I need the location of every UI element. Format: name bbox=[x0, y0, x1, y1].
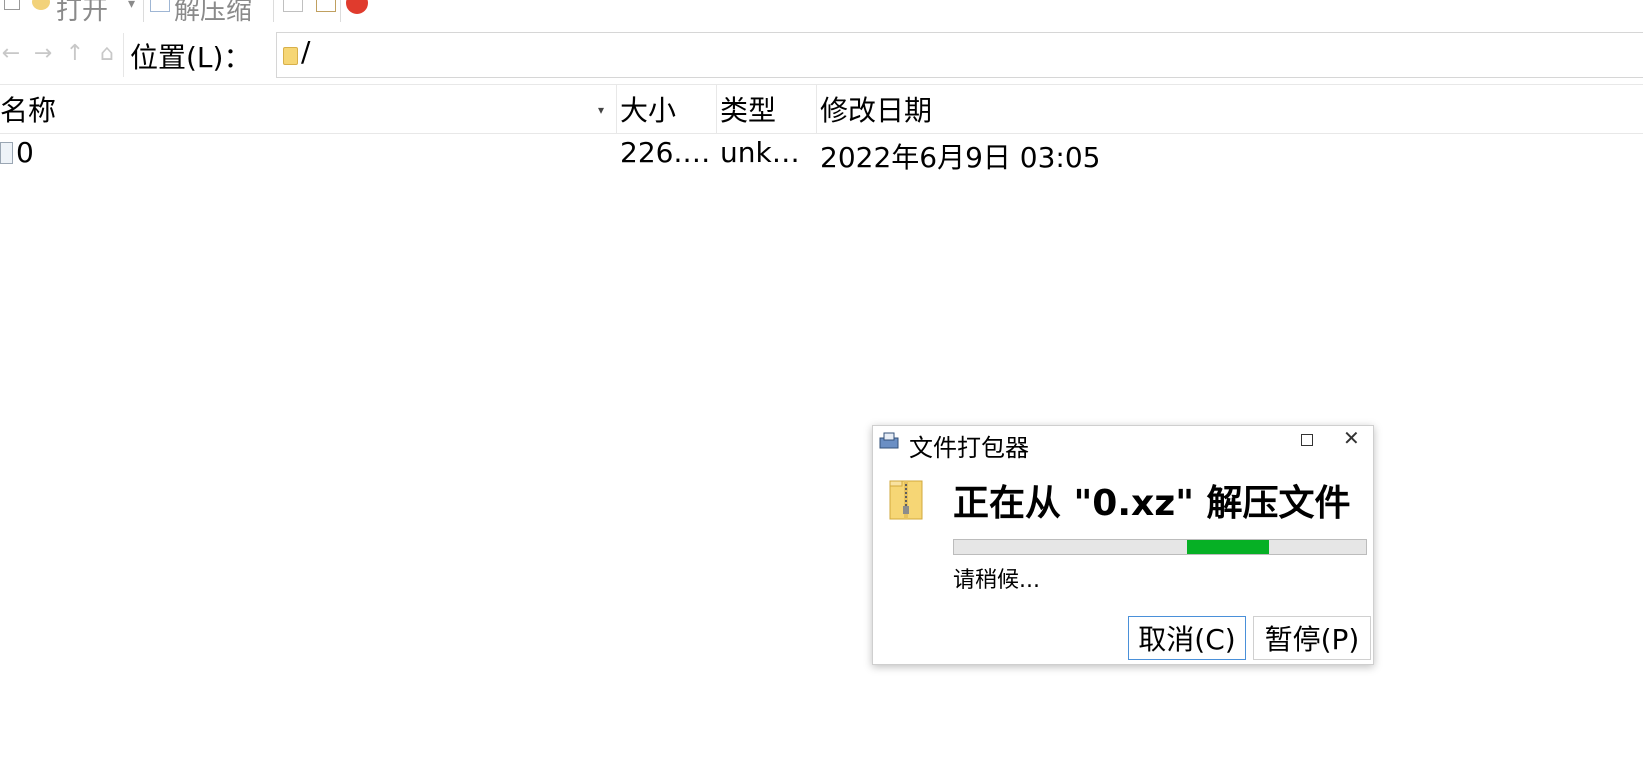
table-row[interactable]: 0 226.… unk… 2022年6月9日 03:05 bbox=[0, 134, 1643, 174]
dialog-status: 请稍候... bbox=[953, 568, 1040, 593]
toolbar-divider bbox=[143, 0, 144, 22]
close-icon[interactable]: ✕ bbox=[1343, 426, 1360, 450]
toolbar-divider bbox=[273, 0, 274, 22]
maximize-icon[interactable] bbox=[1301, 434, 1313, 446]
file-modified: 2022年6月9日 03:05 bbox=[820, 141, 1101, 174]
stop-icon[interactable] bbox=[346, 0, 368, 14]
archive-manager-icon bbox=[879, 432, 899, 449]
column-header-modified[interactable]: 修改日期 bbox=[820, 89, 932, 129]
open-folder-icon bbox=[32, 0, 50, 10]
progress-fill bbox=[1187, 540, 1269, 554]
column-divider[interactable] bbox=[716, 85, 717, 133]
add-files-icon[interactable] bbox=[283, 0, 303, 12]
extract-icon bbox=[150, 0, 170, 12]
dialog-heading: 正在从 "0.xz" 解压文件 bbox=[953, 483, 1351, 524]
column-header-type[interactable]: 类型 bbox=[720, 89, 776, 129]
file-icon bbox=[0, 142, 13, 164]
cancel-button[interactable]: 取消(C) bbox=[1128, 616, 1246, 660]
column-divider[interactable] bbox=[816, 85, 817, 133]
location-input[interactable]: / bbox=[276, 32, 1643, 78]
column-header-size[interactable]: 大小 bbox=[620, 89, 676, 129]
file-size: 226.… bbox=[620, 136, 711, 169]
location-path: / bbox=[301, 35, 311, 68]
file-type: unk… bbox=[720, 136, 800, 169]
sort-descending-icon: ▾ bbox=[598, 103, 605, 117]
progress-bar bbox=[953, 539, 1367, 555]
location-label: 位置(L)： bbox=[130, 41, 252, 74]
dialog-title: 文件打包器 bbox=[909, 434, 1029, 462]
file-list-header: 名称 ▾ 大小 类型 修改日期 bbox=[0, 84, 1643, 134]
open-button[interactable]: 打开 bbox=[56, 0, 108, 27]
toolbar: 打开 ▾ 解压缩 bbox=[0, 0, 1643, 26]
column-divider[interactable] bbox=[616, 85, 617, 133]
extract-progress-dialog: 文件打包器 ✕ 正在从 "0.xz" 解压文件 请稍候... 取消(C) 暂停(… bbox=[872, 425, 1374, 665]
up-icon[interactable]: ↑ bbox=[62, 41, 88, 66]
file-name: 0 bbox=[16, 136, 34, 169]
location-bar: ← → ↑ ⌂ 位置(L)： / bbox=[0, 31, 1643, 79]
folder-icon bbox=[283, 47, 298, 65]
nav-divider bbox=[123, 33, 124, 77]
forward-icon[interactable]: → bbox=[30, 41, 56, 66]
column-header-name[interactable]: 名称 bbox=[0, 89, 56, 129]
copy-icon[interactable] bbox=[316, 0, 336, 12]
back-icon[interactable]: ← bbox=[0, 41, 24, 66]
open-dropdown-icon[interactable]: ▾ bbox=[128, 0, 135, 12]
extract-button[interactable]: 解压缩 bbox=[174, 0, 252, 27]
checkbox-icon[interactable] bbox=[4, 0, 20, 10]
toolbar-divider bbox=[340, 0, 341, 22]
home-icon[interactable]: ⌂ bbox=[94, 41, 120, 66]
zip-folder-icon bbox=[889, 480, 923, 520]
pause-button[interactable]: 暂停(P) bbox=[1253, 616, 1371, 660]
